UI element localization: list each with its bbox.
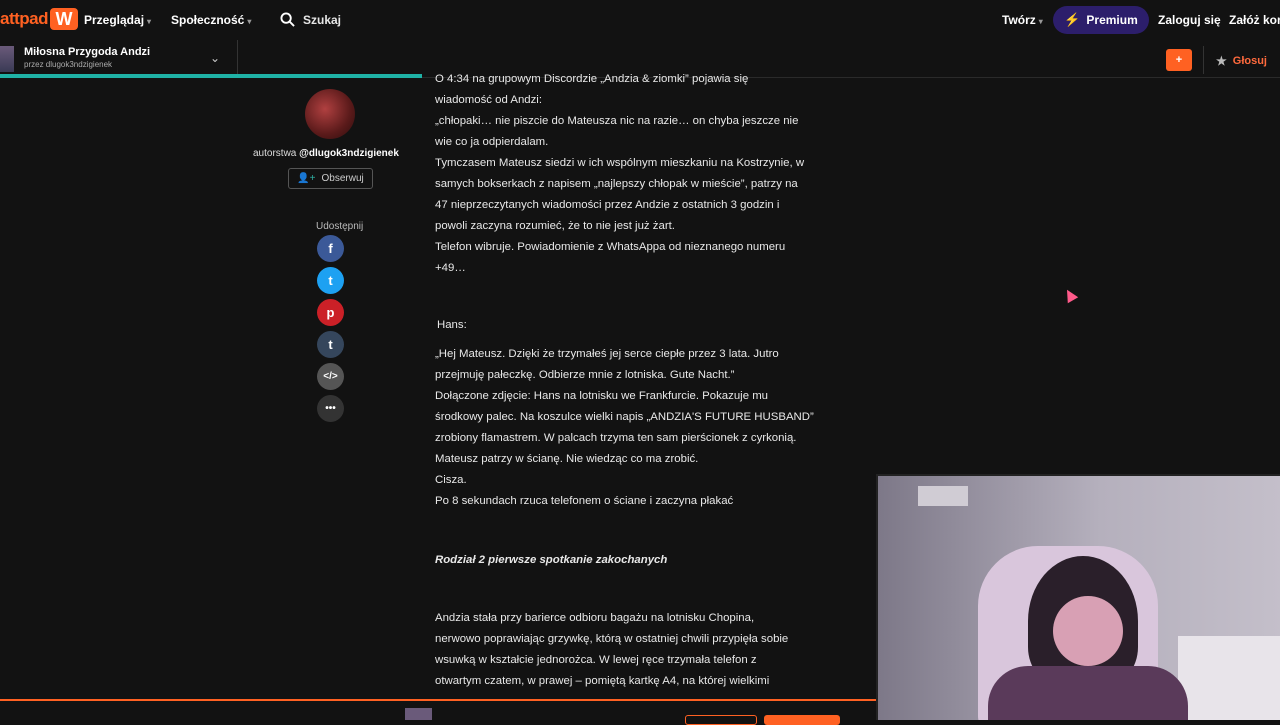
add-user-icon: 👤+: [297, 173, 316, 184]
story-paragraph: Hans:: [435, 315, 825, 336]
story-line: wsuwką w kształcie jednorożca. W lewej r…: [435, 654, 757, 666]
story-line: „Hej Mateusz. Dzięki że trzymałeś jej se…: [435, 348, 779, 360]
story-line: „chłopaki… nie piszcie do Mateusza nic n…: [435, 115, 799, 127]
story-title[interactable]: Miłosna Przygoda Andzi: [24, 46, 150, 58]
webcam-frame-decor: [918, 486, 968, 506]
top-nav: attpad W Przeglądaj ▾ Społeczność ▾ Szukaj…: [0, 0, 1280, 40]
embed-icon[interactable]: </>: [317, 363, 344, 390]
story-paragraph: Andzia stała przy barierce odbioru bagaż…: [435, 608, 825, 692]
chevron-down-icon: ▾: [247, 17, 252, 26]
story-line: Andzia stała przy barierce odbioru bagaż…: [435, 612, 755, 624]
author-handle[interactable]: @dlugok3ndzigienek: [299, 148, 399, 159]
vote-button[interactable]: ★ Głosuj: [1216, 54, 1267, 68]
cursor-icon: [1061, 286, 1079, 304]
facebook-icon[interactable]: f: [317, 235, 344, 262]
story-line: Po 8 sekundach rzuca telefonem o ściane …: [435, 495, 734, 507]
logo-text: attpad: [0, 9, 49, 28]
bottom-story-thumb[interactable]: [405, 708, 432, 720]
bottom-secondary-button[interactable]: [685, 715, 757, 725]
more-icon[interactable]: •••: [317, 395, 344, 422]
story-author: przez dlugok3ndzigienek: [24, 60, 113, 69]
twitter-icon[interactable]: t: [317, 267, 344, 294]
story-line: O 4:34 na grupowym Discordzie „Andzia & …: [435, 73, 749, 85]
story-line: Dołączone zdjęcie: Hans na lotnisku we F…: [435, 390, 769, 402]
tumblr-icon[interactable]: t: [317, 331, 344, 358]
chevron-down-icon: ▾: [147, 17, 152, 26]
star-icon: ★: [1216, 54, 1227, 68]
chevron-down-icon[interactable]: ⌄: [210, 51, 220, 65]
logo-mark: W: [50, 8, 78, 30]
divider: [237, 40, 238, 74]
chapter-heading: Rodział 2 pierwsze spotkanie zakochanych: [435, 554, 668, 566]
vote-label: Głosuj: [1232, 55, 1267, 67]
speaker-label: Hans:: [437, 319, 467, 331]
nav-community[interactable]: Społeczność ▾: [171, 13, 251, 27]
share-label: Udostępnij: [316, 221, 364, 232]
nav-browse-label: Przeglądaj: [84, 13, 145, 27]
pinterest-icon[interactable]: p: [317, 299, 344, 326]
story-line: środkowy palec. Na koszulce wielki napis…: [435, 411, 814, 423]
story-line: przejmuję pałeczkę. Odbierze mnie z lotn…: [435, 369, 735, 381]
bottom-primary-button[interactable]: [764, 715, 840, 725]
wattpad-logo[interactable]: attpad W: [0, 8, 78, 30]
story-line: +49…: [435, 262, 466, 274]
nav-browse[interactable]: Przeglądaj ▾: [84, 13, 151, 27]
premium-button[interactable]: ⚡ Premium: [1053, 6, 1149, 34]
webcam-person-body: [988, 666, 1188, 720]
story-line: wiadomość od Andzi:: [435, 94, 543, 106]
webcam-overlay: [876, 474, 1280, 720]
webcam-shelf: [1178, 636, 1280, 720]
author-byline: autorstwa @dlugok3ndzigienek: [253, 148, 399, 159]
webcam-person-face: [1053, 596, 1123, 666]
premium-label: Premium: [1086, 13, 1138, 27]
story-line: otwartym czatem, w prawej – pomiętą kart…: [435, 675, 770, 687]
bolt-icon: ⚡: [1064, 12, 1081, 27]
nav-write-label: Twórz: [1002, 13, 1036, 27]
story-paragraph: Rodział 2 pierwsze spotkanie zakochanych: [435, 550, 825, 571]
nav-community-label: Społeczność: [171, 13, 245, 27]
reading-progress-bar: [0, 74, 423, 78]
signup-link[interactable]: Załóż kont: [1229, 13, 1280, 27]
author-avatar[interactable]: [305, 89, 355, 139]
nav-write[interactable]: Twórz ▾: [1002, 13, 1043, 27]
story-line: wie co ja odpierdalam.: [435, 136, 549, 148]
story-line: Cisza.: [435, 474, 467, 486]
story-line: powoli zaczyna rozumieć, że to nie jest …: [435, 220, 675, 232]
story-line: 47 nieprzeczytanych wiadomości przez And…: [435, 199, 780, 211]
search-button[interactable]: Szukaj: [280, 12, 341, 27]
story-paragraph: O 4:34 na grupowym Discordzie „Andzia & …: [435, 69, 825, 279]
story-line: Telefon wibruje. Powiadomienie z WhatsAp…: [435, 241, 786, 253]
add-to-library-button[interactable]: +: [1166, 49, 1192, 71]
search-icon: [280, 12, 295, 27]
byline-prefix: autorstwa: [253, 148, 297, 159]
story-line: nerwowo poprawiając grzywkę, którą w ost…: [435, 633, 789, 645]
follow-button[interactable]: 👤+ Obserwuj: [288, 168, 373, 189]
story-line: zrobiony flamastrem. W palcach trzyma te…: [435, 432, 797, 444]
story-paragraph: „Hej Mateusz. Dzięki że trzymałeś jej se…: [435, 344, 825, 512]
story-line: Mateusz patrzy w ścianę. Nie wiedząc co …: [435, 453, 699, 465]
story-line: Tymczasem Mateusz siedzi w ich wspólnym …: [435, 157, 805, 169]
chevron-down-icon: ▾: [1038, 17, 1043, 26]
login-link[interactable]: Zaloguj się: [1158, 13, 1221, 27]
search-label: Szukaj: [303, 12, 342, 27]
follow-label: Obserwuj: [321, 173, 364, 184]
story-line: samych bokserkach z napisem „najlepszy c…: [435, 178, 798, 190]
divider: [1203, 46, 1204, 74]
story-cover[interactable]: [0, 46, 14, 72]
